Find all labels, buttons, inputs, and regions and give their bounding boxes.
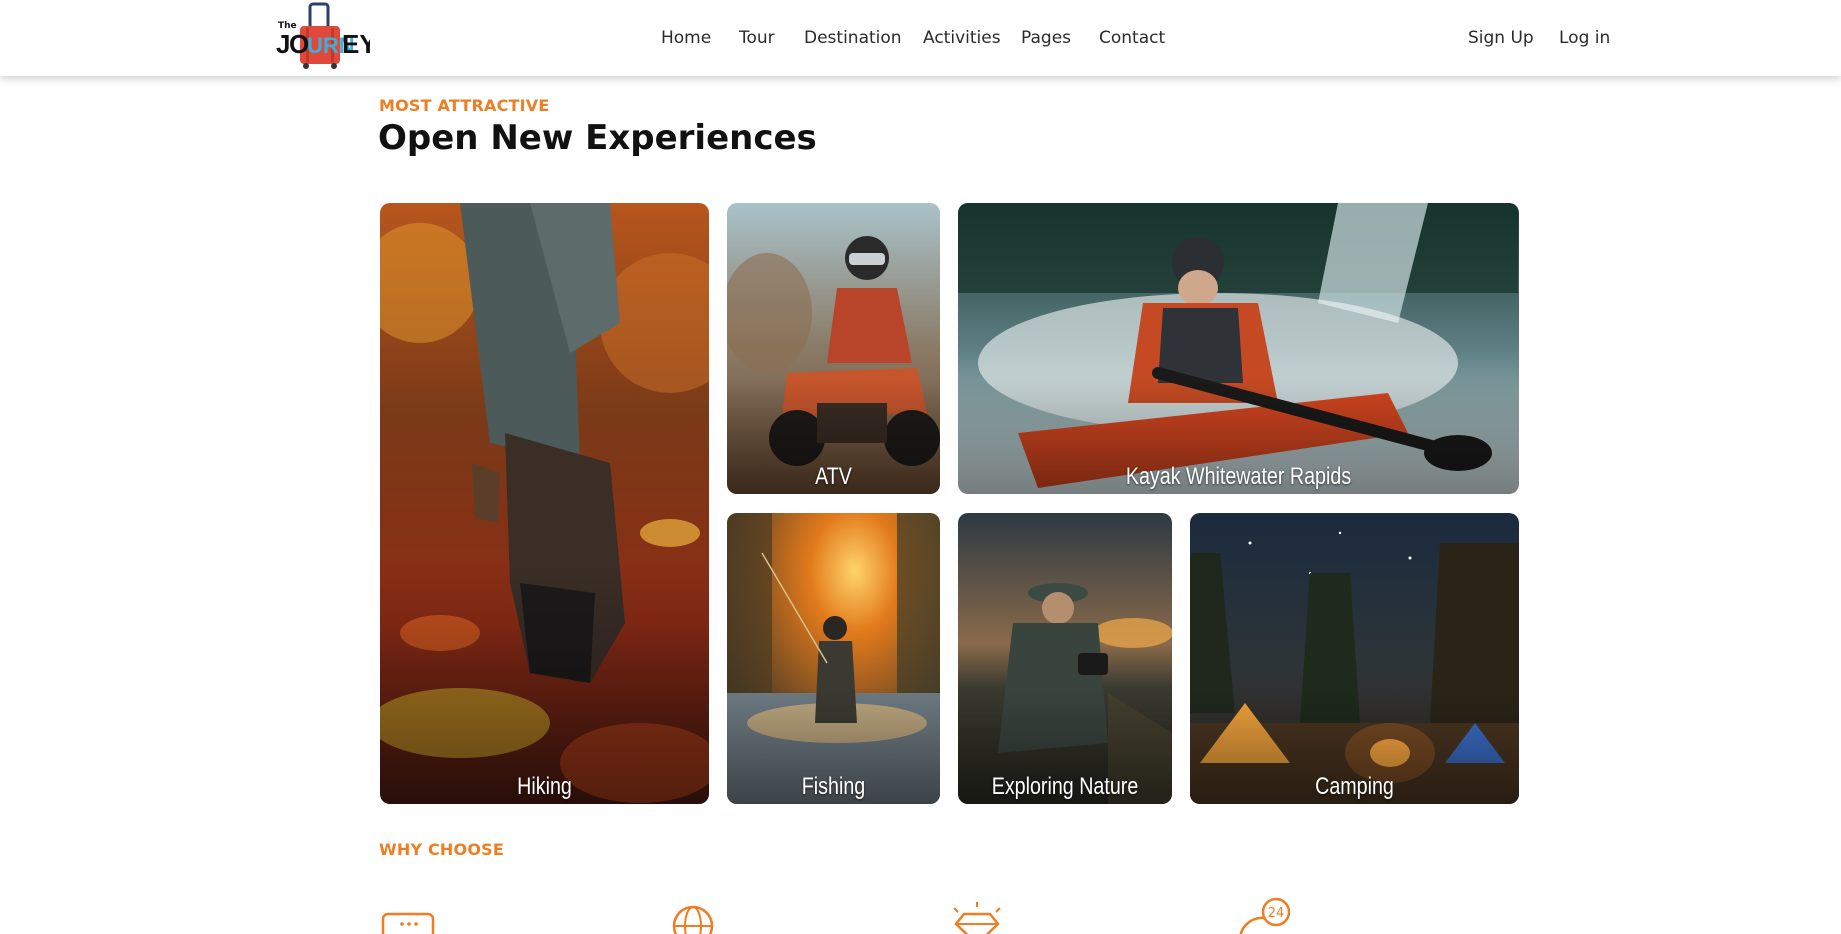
- card-label-kayak: Kayak Whitewater Rapids: [1125, 463, 1352, 490]
- support-24-icon: 24: [1239, 897, 1291, 934]
- diamond-badge-icon: [953, 902, 1001, 934]
- svg-text:EY: EY: [342, 29, 370, 59]
- card-label-exploring-nature: Exploring Nature: [991, 773, 1139, 800]
- why-choose-eyebrow: WHY CHOOSE: [379, 840, 504, 859]
- journey-logo[interactable]: The J O URN EY: [276, 2, 370, 70]
- card-label-atv: ATV: [815, 463, 852, 490]
- activity-card-camping[interactable]: Camping: [1190, 513, 1519, 804]
- nav-home[interactable]: Home: [661, 28, 711, 48]
- section-title: Open New Experiences: [378, 118, 817, 158]
- signup-link[interactable]: Sign Up: [1468, 28, 1534, 48]
- nav-destination[interactable]: Destination: [804, 28, 902, 48]
- section-eyebrow: MOST ATTRACTIVE: [379, 96, 550, 115]
- nav-contact[interactable]: Contact: [1099, 28, 1165, 48]
- card-label-fishing: Fishing: [801, 773, 866, 800]
- activity-card-exploring-nature[interactable]: Exploring Nature: [958, 513, 1172, 804]
- globe-icon: [672, 905, 714, 934]
- nav-tour[interactable]: Tour: [739, 28, 775, 48]
- support-24-text: 24: [1268, 906, 1285, 921]
- activity-card-atv[interactable]: ATV: [727, 203, 940, 494]
- login-link[interactable]: Log in: [1559, 28, 1610, 48]
- activity-card-kayak[interactable]: Kayak Whitewater Rapids: [958, 203, 1519, 494]
- nav-activities[interactable]: Activities: [923, 28, 1001, 48]
- card-label-hiking: Hiking: [517, 773, 572, 800]
- site-header: The J O URN EY Home Tour Destination Act…: [0, 0, 1841, 76]
- ticket-icon: [381, 912, 435, 934]
- activity-card-fishing[interactable]: Fishing: [727, 513, 940, 804]
- card-label-camping: Camping: [1315, 773, 1394, 800]
- activity-card-hiking[interactable]: Hiking: [380, 203, 709, 804]
- nav-pages[interactable]: Pages: [1021, 28, 1071, 48]
